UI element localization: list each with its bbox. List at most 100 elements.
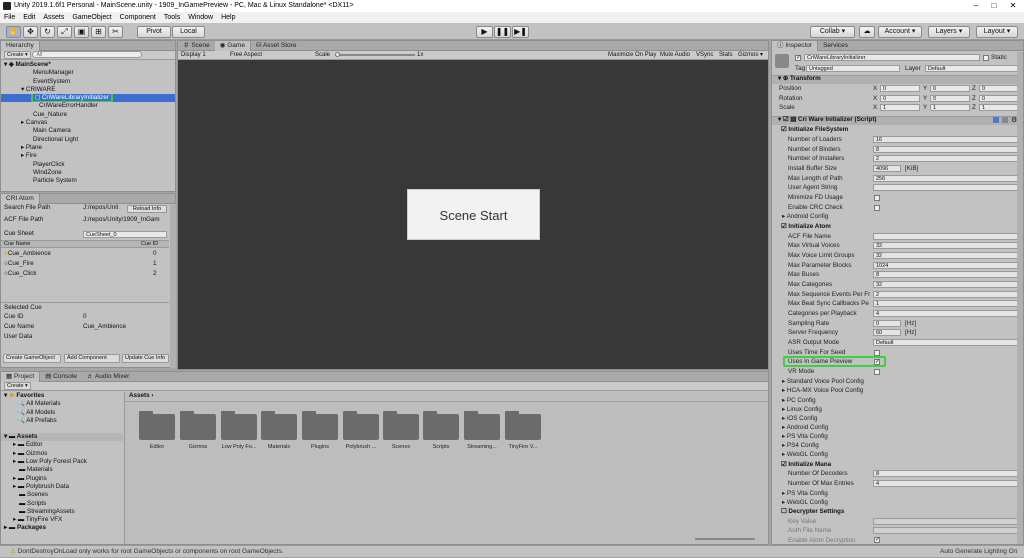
beat-sync-input[interactable]: 1 <box>873 300 1019 307</box>
server-frequency-input[interactable]: 60 <box>873 329 901 336</box>
icon-size-slider[interactable] <box>695 538 755 540</box>
scene-start-button[interactable]: Scene Start <box>407 189 540 240</box>
menu-edit[interactable]: Edit <box>19 12 39 23</box>
config-fold[interactable]: ▸ PC Config <box>782 397 816 404</box>
pivot-toggle[interactable]: Pivot <box>137 26 171 38</box>
cue-row[interactable]: ○Cue_Fire <box>4 260 34 268</box>
favorite-item[interactable]: 🔍 All Materials <box>1 400 123 408</box>
config-fold[interactable]: ▸ PS4 Config <box>782 442 819 449</box>
asset-folder[interactable]: ▸ ▬ Low Poly Forest Pack <box>1 458 123 466</box>
asset-folder[interactable]: ▬ StreamingAssets <box>1 508 123 516</box>
in-game-preview-checkbox[interactable] <box>874 359 880 365</box>
minimize-icon[interactable]: – <box>968 0 984 12</box>
min-fd-checkbox[interactable] <box>874 195 880 201</box>
vsync-toggle[interactable]: VSync <box>696 51 713 60</box>
hierarchy-item[interactable]: Cue_Nature <box>1 111 175 119</box>
assets-breadcrumb[interactable]: Assets › <box>129 392 154 400</box>
step-button[interactable]: ▶❚ <box>512 26 529 38</box>
scale-z-input[interactable]: 1 <box>979 104 1019 111</box>
tab-cri-atom[interactable]: CRI Atom <box>1 194 40 204</box>
config-fold[interactable]: ▸ Standard Voice Pool Config <box>782 378 864 385</box>
buffer-size-input[interactable]: 4096 <box>873 165 901 172</box>
reload-info-button[interactable]: Reload Info <box>127 205 167 213</box>
custom-tool-icon[interactable]: ✂ <box>108 26 123 38</box>
stats-toggle[interactable]: Stats <box>719 51 733 60</box>
help-icon[interactable] <box>993 117 999 123</box>
create-gameobject-button[interactable]: Create GameObject <box>3 354 61 363</box>
scale-x-input[interactable]: 1 <box>880 104 920 111</box>
asset-folder[interactable]: ▸ ▬ Gizmos <box>1 450 123 458</box>
pos-y-input[interactable]: 0 <box>930 85 970 92</box>
move-tool-icon[interactable]: ✥ <box>23 26 38 38</box>
hierarchy-item[interactable]: Main Camera <box>1 127 175 135</box>
assets-node[interactable]: ▾ ▬ Assets <box>1 433 123 442</box>
hierarchy-item[interactable]: MenuManager <box>1 69 175 77</box>
config-fold[interactable]: ▸ PS Vita Config <box>782 490 828 497</box>
hierarchy-item[interactable]: PlayerClick <box>1 161 175 169</box>
collab-button[interactable]: Collab ▾ <box>810 26 855 38</box>
sampling-rate-input[interactable]: 0 <box>873 320 901 327</box>
cue-row[interactable]: ●Cue_Ambience <box>4 250 51 258</box>
update-cue-info-button[interactable]: Update Cue Info <box>122 354 169 363</box>
cue-row[interactable]: ○Cue_Click <box>4 270 37 278</box>
hierarchy-item[interactable]: ▾ CRIWARE <box>1 86 175 94</box>
menu-window[interactable]: Window <box>184 12 217 23</box>
maximize-on-play-toggle[interactable]: Maximize On Play <box>608 51 656 60</box>
rot-y-input[interactable]: 0 <box>930 95 970 102</box>
menu-assets[interactable]: Assets <box>39 12 68 23</box>
tab-console[interactable]: ▤ Console <box>40 372 82 382</box>
voice-groups-input[interactable]: 32 <box>873 252 1019 259</box>
add-component-button[interactable]: Add Component <box>64 354 120 363</box>
pos-x-input[interactable]: 0 <box>880 85 920 92</box>
asset-folder[interactable]: ▬ Scripts <box>1 500 123 508</box>
tab-audio-mixer[interactable]: ♬ Audio Mixer <box>82 372 134 382</box>
menu-component[interactable]: Component <box>116 12 160 23</box>
tab-services[interactable]: Services <box>818 41 853 51</box>
asset-folder[interactable]: ▸ ▬ TinyFire VFX <box>1 516 123 524</box>
hierarchy-item[interactable]: WindZone <box>1 169 175 177</box>
config-fold[interactable]: ▸ WebGL Config <box>782 499 828 506</box>
installers-input[interactable]: 2 <box>873 155 1019 162</box>
display-dropdown[interactable]: Display 1 <box>181 52 206 58</box>
acf-name-input[interactable] <box>873 233 1019 240</box>
scale-slider[interactable] <box>335 54 415 56</box>
rect-tool-icon[interactable]: ▣ <box>74 26 89 38</box>
hierarchy-item[interactable]: Particle System <box>1 177 175 185</box>
favorites-node[interactable]: ▾ ★ Favorites <box>1 392 123 400</box>
hierarchy-item[interactable]: EventSystem <box>1 78 175 86</box>
menu-help[interactable]: Help <box>217 12 239 23</box>
asset-folder[interactable]: ▸ ▬ Polybrush Data <box>1 483 123 491</box>
rotate-tool-icon[interactable]: ↻ <box>40 26 55 38</box>
maximize-icon[interactable]: □ <box>986 0 1002 12</box>
virtual-voices-input[interactable]: 32 <box>873 242 1019 249</box>
android-config-fold[interactable]: ▸ Android Config <box>782 213 828 220</box>
object-name-input[interactable]: CriWareLibraryInitializer <box>804 54 980 61</box>
config-fold[interactable]: ▸ iOS Config <box>782 415 817 422</box>
layout-dropdown[interactable]: Layout ▾ <box>976 26 1018 38</box>
inspector-scrollbar[interactable] <box>1017 52 1023 544</box>
mute-audio-toggle[interactable]: Mute Audio <box>660 51 690 60</box>
entries-input[interactable]: 4 <box>873 480 1019 487</box>
asset-folder[interactable]: ▸ ▬ Plugins <box>1 475 123 483</box>
asr-output-dropdown[interactable]: Default <box>873 339 1019 346</box>
packages-node[interactable]: ▸ ▬ Packages <box>1 524 123 532</box>
scale-slider-handle[interactable] <box>335 52 340 57</box>
vr-mode-checkbox[interactable] <box>874 369 880 375</box>
layer-dropdown[interactable]: Default <box>925 65 1019 72</box>
hierarchy-create-button[interactable]: Create ▾ <box>4 51 31 60</box>
hierarchy-item[interactable]: Directional Light <box>1 136 175 144</box>
pos-z-input[interactable]: 0 <box>979 85 1019 92</box>
scrollbar[interactable] <box>170 204 176 368</box>
hierarchy-item[interactable]: ▸ Canvas <box>1 119 175 127</box>
transform-tool-icon[interactable]: ⊞ <box>91 26 106 38</box>
rot-z-input[interactable]: 0 <box>979 95 1019 102</box>
rot-x-input[interactable]: 0 <box>880 95 920 102</box>
hand-tool-icon[interactable]: ✋ <box>6 26 21 38</box>
pause-button[interactable]: ❚❚ <box>494 26 511 38</box>
tag-dropdown[interactable]: Untagged <box>806 65 900 72</box>
decoders-input[interactable]: 8 <box>873 470 1019 477</box>
loaders-input[interactable]: 16 <box>873 136 1019 143</box>
config-fold[interactable]: ▸ Linux Config <box>782 406 822 413</box>
local-toggle[interactable]: Local <box>172 26 205 38</box>
config-fold[interactable]: ▸ Android Config <box>782 424 828 431</box>
